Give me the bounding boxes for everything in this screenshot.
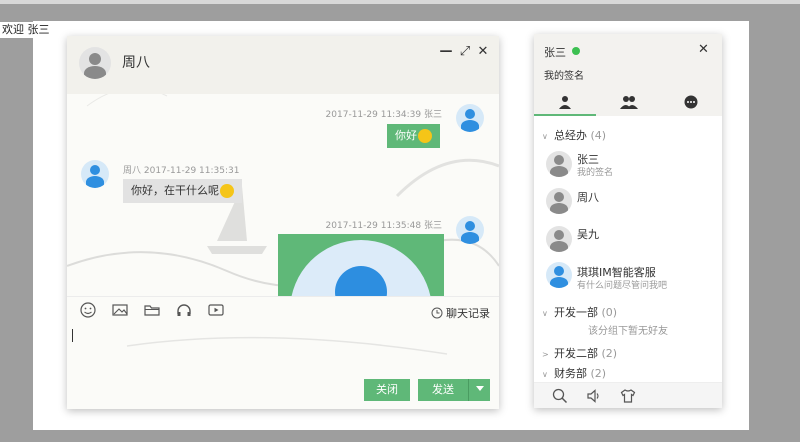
message-meta: 2017-11-29 11:35:48 张三 [325, 221, 442, 231]
skin-icon[interactable] [620, 388, 636, 404]
folder-icon[interactable] [143, 302, 161, 318]
panel-signature[interactable]: 我的签名 [544, 67, 584, 82]
contact-item[interactable]: 琪琪IM智能客服 有什么问题尽管问我吧 [534, 260, 722, 298]
chevron-right-icon: > [542, 350, 549, 359]
contact-panel: 张三 ✕ 我的签名 ∨ 总经办 (4) 张三 我的签名 周八 吴九 琪琪IM智能客… [534, 34, 722, 408]
clock-icon [431, 307, 443, 319]
message-meta: 周八 2017-11-29 11:35:31 [123, 166, 240, 176]
contact-name: 吴九 [577, 228, 599, 241]
contact-signature: 有什么问题尽管问我吧 [577, 281, 668, 291]
send-options-button[interactable] [468, 379, 490, 401]
chat-history-link[interactable]: 聊天记录 [431, 305, 490, 321]
chevron-down-icon: ∨ [542, 370, 548, 379]
close-button[interactable]: 关闭 [364, 379, 410, 401]
group-icon [620, 96, 638, 109]
search-icon[interactable] [552, 388, 568, 404]
my-avatar [456, 104, 484, 132]
contact-avatar [546, 226, 572, 252]
contact-item[interactable]: 吴九 [534, 222, 722, 260]
sound-icon[interactable] [586, 388, 602, 404]
my-avatar [456, 216, 484, 244]
image-icon[interactable] [111, 302, 129, 318]
message-bubble: 你好，在干什么呢 [123, 179, 242, 203]
online-status-dot [572, 47, 580, 55]
chat-contact-avatar [79, 47, 111, 79]
group-header[interactable]: ∨ 总经办 (4) [542, 127, 606, 143]
video-icon[interactable] [207, 302, 225, 318]
chevron-down-icon: ∨ [542, 132, 548, 141]
headphone-icon[interactable] [175, 302, 193, 318]
chat-window: 周八 — ⤢ ✕ 2017-11-29 11:34:39 张三 你好 周八 20… [67, 36, 499, 409]
message-bubble: 你好 [387, 124, 440, 148]
contact-item[interactable]: 张三 我的签名 [534, 146, 722, 184]
grin-emoji-icon [418, 129, 432, 143]
close-window-button[interactable]: ✕ [476, 45, 490, 59]
image-message-bubble[interactable] [278, 234, 444, 296]
send-button[interactable]: 发送 [418, 379, 468, 401]
contact-item[interactable]: 周八 [534, 184, 722, 222]
minimize-button[interactable]: — [439, 45, 453, 59]
contact-signature: 我的签名 [577, 168, 614, 178]
chat-title: 周八 [122, 55, 150, 71]
user-icon [559, 96, 571, 109]
maximize-button[interactable]: ⤢ [458, 45, 472, 59]
group-header[interactable]: ∨ 开发一部 (0) [542, 304, 617, 320]
contact-name: 周八 [577, 191, 599, 204]
message-input[interactable] [72, 329, 73, 342]
group-header[interactable]: > 开发二部 (2) [542, 345, 617, 361]
group-header[interactable]: ∨ 财务部 (2) [542, 365, 606, 381]
tab-groups[interactable] [597, 92, 659, 116]
chevron-down-icon: ∨ [542, 309, 548, 318]
contact-avatar [81, 160, 109, 188]
tab-friends[interactable] [534, 92, 596, 116]
smile-icon[interactable] [79, 302, 97, 318]
toolbar-divider [67, 296, 499, 297]
panel-user-name: 张三 [544, 46, 566, 59]
caret-down-icon [475, 386, 484, 391]
thinking-emoji-icon [220, 184, 234, 198]
browser-topbar [0, 0, 800, 4]
contact-avatar [546, 151, 572, 177]
chat-bubble-icon [684, 95, 698, 109]
empty-group-text: 该分组下暂无好友 [588, 326, 668, 337]
contact-avatar [546, 188, 572, 214]
tab-history[interactable] [660, 92, 722, 116]
panel-close-button[interactable]: ✕ [698, 42, 709, 57]
message-meta: 2017-11-29 11:34:39 张三 [325, 110, 442, 120]
contact-avatar [546, 262, 572, 288]
